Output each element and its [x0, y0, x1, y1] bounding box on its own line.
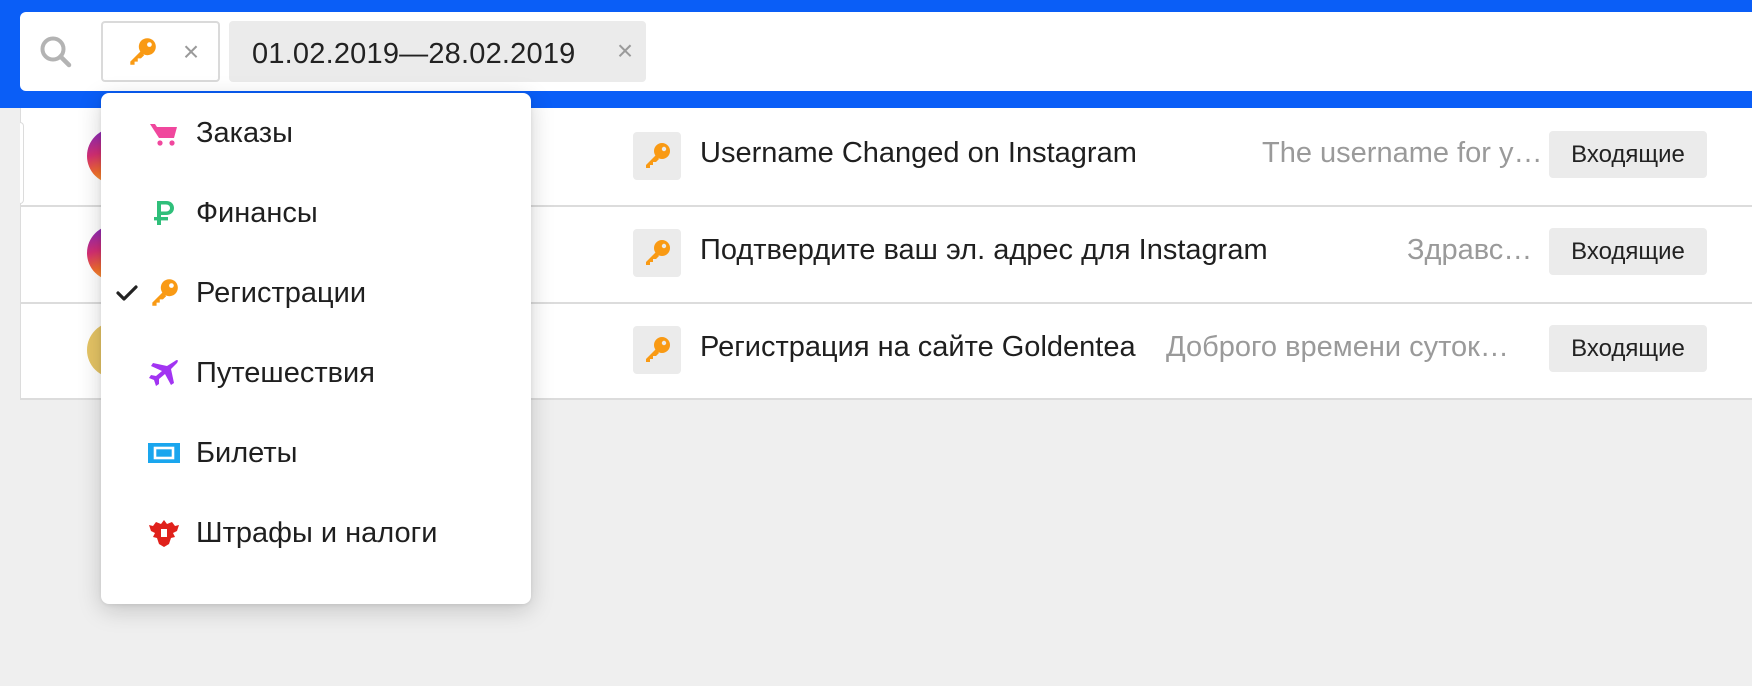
- menu-item-label: Заказы: [196, 117, 293, 149]
- message-subject: Подтвердите ваш эл. адрес для Instagram: [700, 234, 1268, 266]
- date-range-label: 01.02.2019—28.02.2019: [252, 38, 576, 70]
- message-snippet: The username for y…: [1262, 137, 1543, 169]
- remove-date-filter-button[interactable]: ×: [612, 37, 638, 65]
- key-icon: [130, 38, 156, 65]
- category-badge[interactable]: [633, 229, 681, 277]
- category-badge[interactable]: [633, 132, 681, 180]
- ticket-icon: [148, 443, 180, 463]
- menu-item-label: Финансы: [196, 197, 318, 229]
- mail-search-page: Username Changed on Instagram The userna…: [0, 0, 1752, 686]
- menu-item-label: Путешествия: [196, 357, 375, 389]
- category-badge[interactable]: [633, 326, 681, 374]
- category-dropdown: Заказы Финансы Регистрации Путешествия Б…: [101, 93, 531, 604]
- cart-icon: [150, 124, 177, 146]
- category-filter-chip[interactable]: ×: [101, 21, 220, 82]
- search-box[interactable]: × 01.02.2019—28.02.2019 ×: [20, 12, 1752, 91]
- menu-item-fines-taxes[interactable]: Штрафы и налоги: [101, 495, 531, 575]
- key-icon: [646, 337, 670, 362]
- menu-item-label: Штрафы и налоги: [196, 517, 438, 549]
- menu-item-registrations[interactable]: Регистрации: [101, 255, 531, 335]
- menu-item-label: Регистрации: [196, 277, 367, 309]
- key-icon: [152, 279, 178, 306]
- message-subject: Регистрация на сайте Goldentea: [700, 331, 1136, 363]
- folder-badge[interactable]: Входящие: [1549, 228, 1707, 275]
- checkmark-icon: [116, 285, 138, 301]
- folder-badge[interactable]: Входящие: [1549, 325, 1707, 372]
- eagle-emblem-icon: [149, 520, 179, 547]
- date-filter-chip[interactable]: 01.02.2019—28.02.2019 ×: [229, 21, 646, 82]
- menu-item-finance[interactable]: Финансы: [101, 175, 531, 255]
- remove-category-filter-button[interactable]: ×: [178, 38, 204, 66]
- menu-item-tickets[interactable]: Билеты: [101, 415, 531, 495]
- menu-item-label: Билеты: [196, 437, 298, 469]
- menu-item-orders[interactable]: Заказы: [101, 95, 531, 175]
- message-subject: Username Changed on Instagram: [700, 137, 1137, 169]
- folder-badge[interactable]: Входящие: [1549, 131, 1707, 178]
- airplane-icon: [149, 359, 178, 386]
- message-snippet: Здравс…: [1407, 234, 1533, 266]
- menu-item-travel[interactable]: Путешествия: [101, 335, 531, 415]
- key-icon: [646, 143, 670, 168]
- ruble-icon: [154, 201, 174, 225]
- search-icon[interactable]: [38, 34, 74, 70]
- key-icon: [646, 240, 670, 265]
- message-snippet: Доброго времени суток…: [1166, 331, 1509, 363]
